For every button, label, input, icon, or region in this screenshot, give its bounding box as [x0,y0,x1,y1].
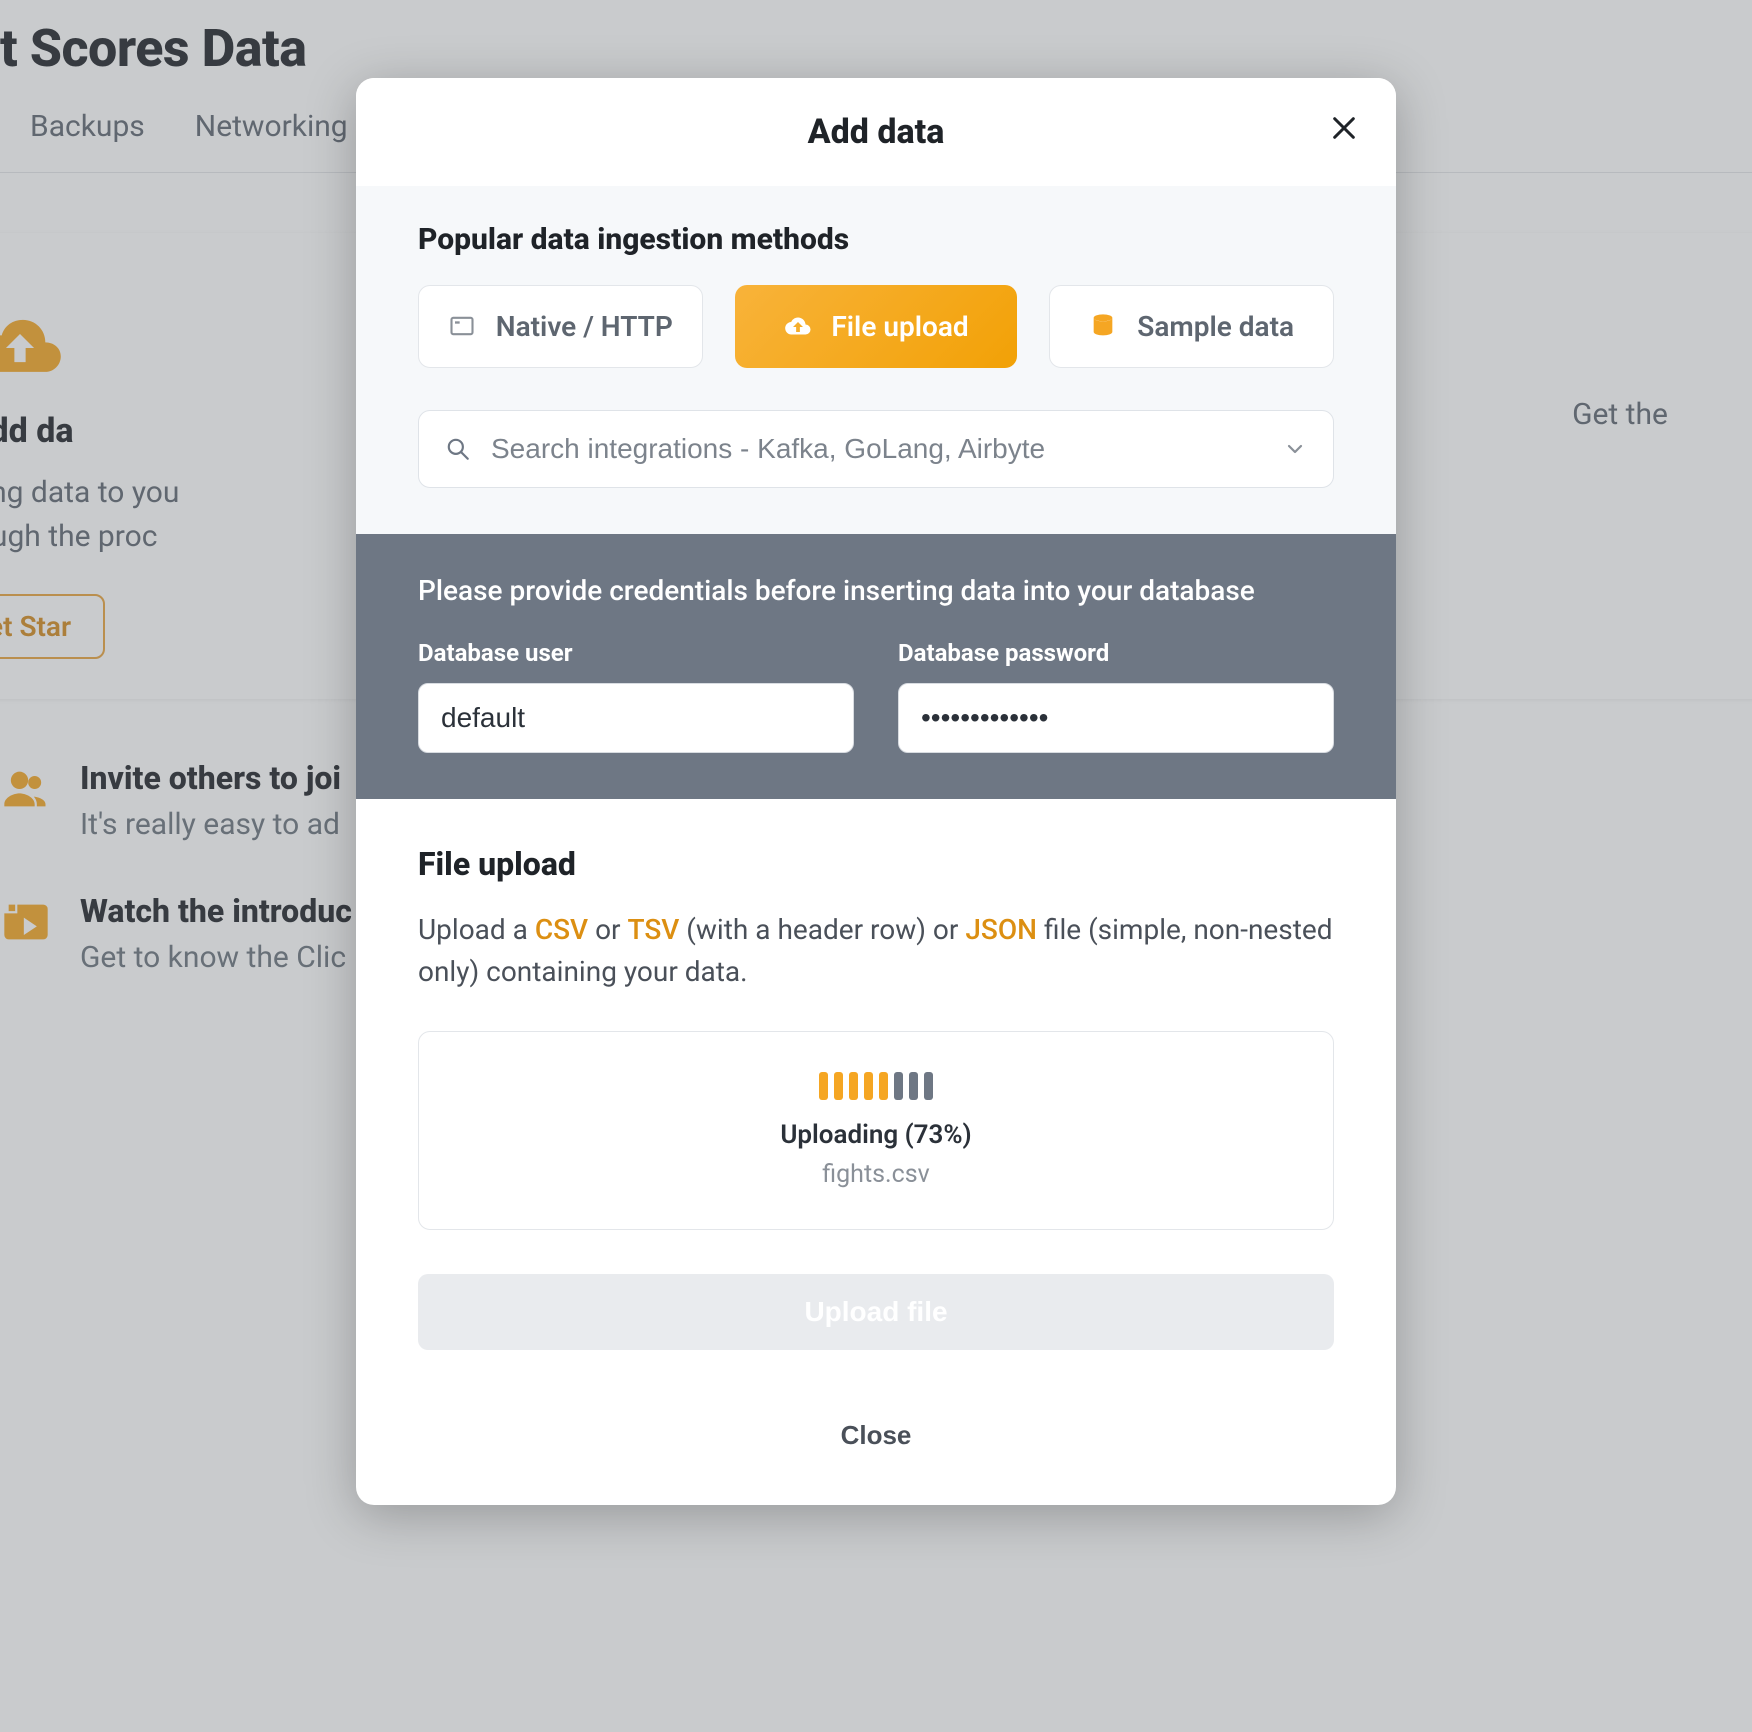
loading-spinner-icon [819,1072,933,1100]
modal-header: Add data [356,78,1396,186]
database-icon [1089,312,1119,342]
native-icon [448,312,478,342]
chevron-down-icon [1283,437,1307,461]
upload-filename: fights.csv [439,1160,1313,1189]
ingestion-section: Popular data ingestion methods Native / … [356,186,1396,534]
json-link[interactable]: JSON [965,913,1037,946]
ingestion-heading: Popular data ingestion methods [418,222,1334,257]
close-button[interactable]: Close [841,1420,912,1451]
tsv-link[interactable]: TSV [627,913,679,946]
method-sample-label: Sample data [1137,310,1294,343]
method-sample-data[interactable]: Sample data [1049,285,1334,368]
csv-link[interactable]: CSV [535,913,588,946]
method-file-upload-label: File upload [831,310,968,343]
method-native-label: Native / HTTP [496,310,673,343]
upload-status-text: Uploading (73%) [439,1120,1313,1150]
modal-footer: Close [356,1370,1396,1505]
file-upload-section: File upload Upload a CSV or TSV (with a … [356,799,1396,1370]
db-user-input[interactable] [418,683,854,753]
method-row: Native / HTTP File upload Sample data [418,285,1334,368]
search-icon [445,436,471,462]
credentials-title: Please provide credentials before insert… [418,574,1334,607]
search-integrations[interactable] [418,410,1334,488]
db-password-label: Database password [898,639,1334,667]
upload-progress-box: Uploading (73%) fights.csv [418,1031,1334,1230]
upload-file-button: Upload file [418,1274,1334,1350]
add-data-modal: Add data Popular data ingestion methods … [356,78,1396,1505]
modal-title: Add data [808,112,945,152]
modal-overlay[interactable]: Add data Popular data ingestion methods … [0,0,1752,1732]
close-icon[interactable] [1328,112,1360,144]
credentials-section: Please provide credentials before insert… [356,534,1396,799]
method-file-upload[interactable]: File upload [735,285,1018,368]
file-upload-heading: File upload [418,845,1334,883]
search-input[interactable] [491,433,1307,465]
method-native-http[interactable]: Native / HTTP [418,285,703,368]
file-upload-description: Upload a CSV or TSV (with a header row) … [418,909,1334,993]
db-password-input[interactable] [898,683,1334,753]
db-user-label: Database user [418,639,854,667]
cloud-upload-icon [783,312,813,342]
